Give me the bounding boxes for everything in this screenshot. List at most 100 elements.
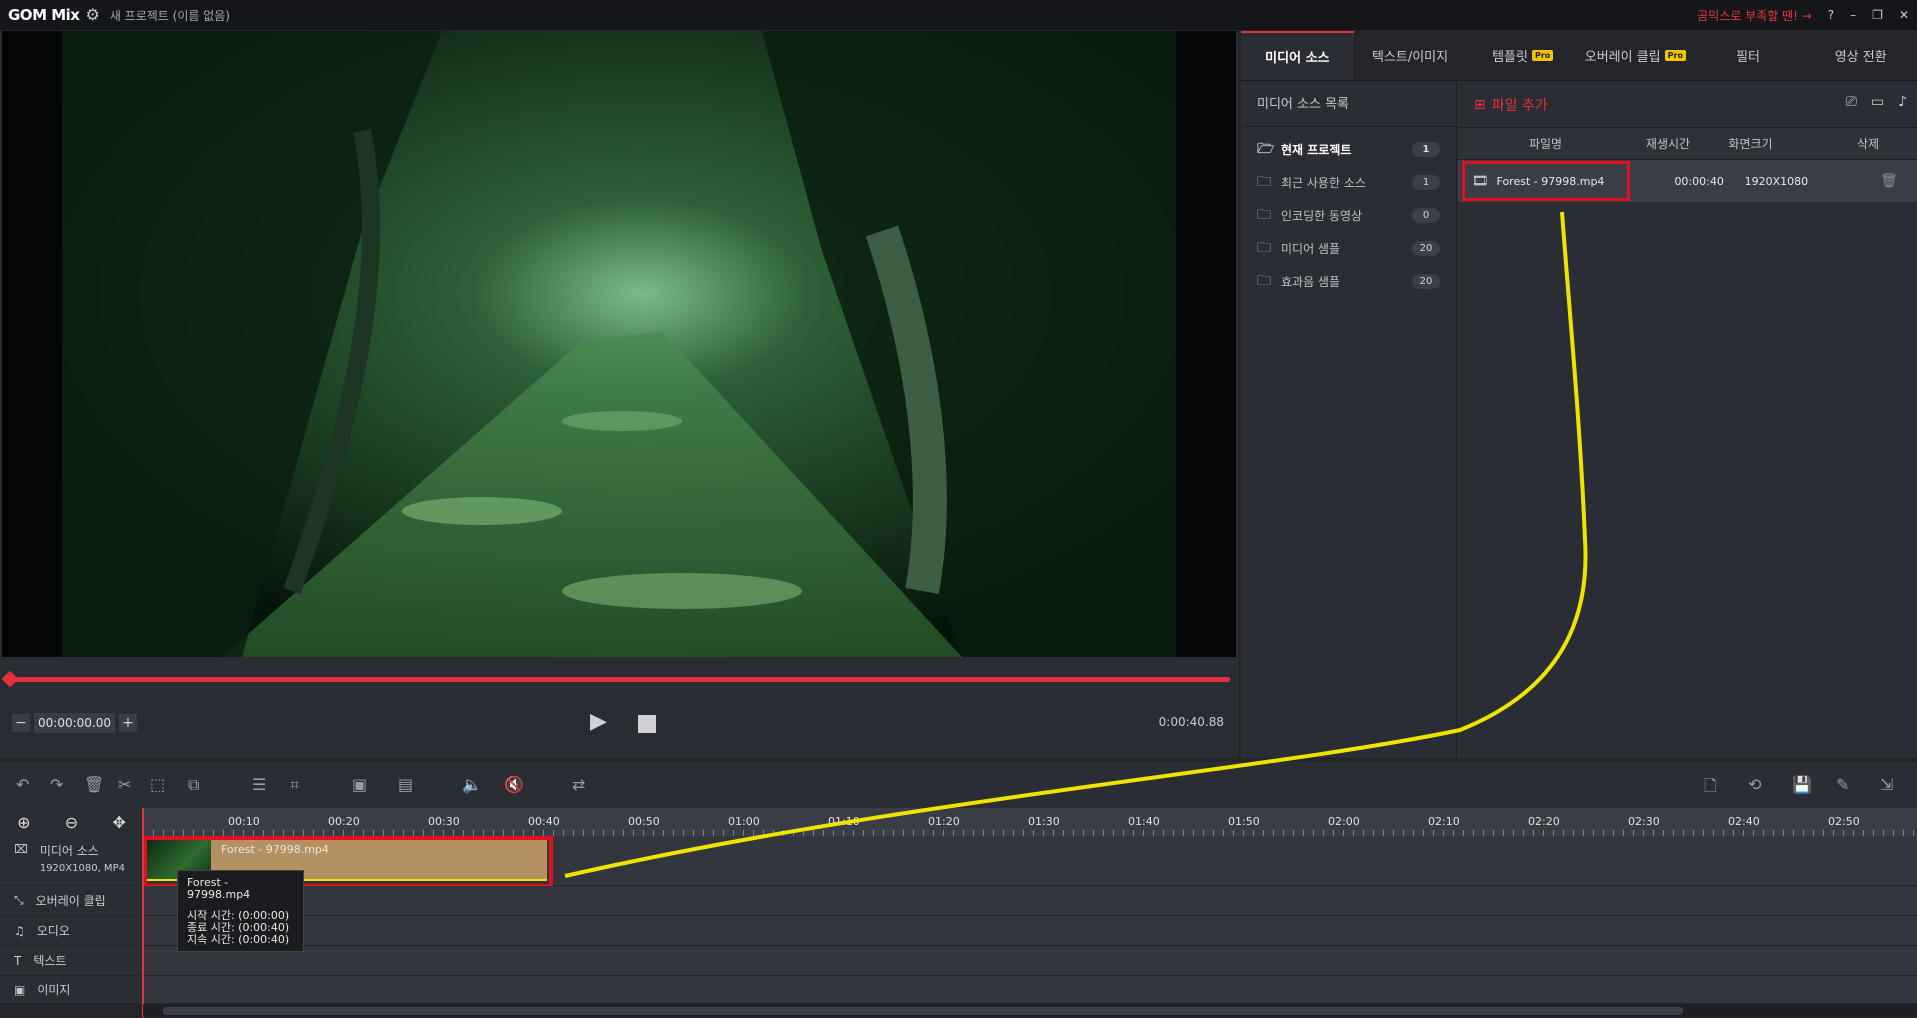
col-size: 화면크기 [1728,137,1773,151]
clip-move-icon[interactable]: ⇄ [572,775,585,794]
timeline-scrollbar[interactable] [143,1004,1917,1017]
track-lane[interactable] [143,976,1917,1003]
folder-sfx-samples[interactable]: 🗀 효과음 샘플 20 [1241,265,1456,298]
track-lane[interactable] [143,946,1917,975]
open-project-icon[interactable]: ⟲ [1748,775,1761,794]
file-row[interactable]: 🎞 Forest - 97998.mp4 00:00:40 1920X1080 … [1458,160,1917,202]
overlay-icon: ⤡ [14,893,24,907]
zoom-out-icon[interactable]: ⊖ [65,813,78,832]
redo-icon[interactable]: ↷ [50,775,63,794]
count-badge: 20 [1412,274,1440,289]
preview-panel: − 00:00:00.00 + ▶ 0:00:40.88 [0,31,1238,758]
tab-transition[interactable]: 영상 전환 [1804,31,1917,80]
tab-label: 텍스트/이미지 [1371,50,1449,65]
count-badge: 20 [1412,241,1440,256]
undo-icon[interactable]: ↶ [16,775,29,794]
playback-seekbar[interactable] [1,670,1230,688]
current-time-field[interactable]: 00:00:00.00 [34,713,115,733]
new-project-icon[interactable]: 🗋 [1704,775,1717,802]
image-replace-icon[interactable]: ▤ [398,775,413,794]
folder-current-project[interactable]: 🗁 현재 프로젝트 1 [1241,133,1456,166]
track-label: 오디오 [36,924,70,938]
gear-icon[interactable]: ⚙ [85,7,99,23]
tab-media-source[interactable]: 미디어 소스 [1241,31,1354,80]
col-delete: 삭제 [1856,137,1880,151]
tab-overlay-clip[interactable]: 오버레이 클립 Pro [1579,31,1692,80]
add-file-label: 파일 추가 [1491,97,1548,114]
restore-icon[interactable]: ❐ [1872,8,1883,22]
tab-template[interactable]: 템플릿 Pro [1466,31,1579,80]
track-lane[interactable] [143,916,1917,945]
music-check-icon[interactable]: ♪ [1898,94,1907,110]
help-icon[interactable]: ? [1828,8,1834,22]
ruler-tick-label: 01:30 [1028,815,1060,828]
play-icon[interactable]: ▶ [590,711,607,733]
ruler-tick-label: 00:50 [628,815,660,828]
ruler-tick-label: 02:50 [1828,815,1860,828]
file-list-area: ⊞ 파일 추가 ⎚ ▭ ♪ 파일명 재생시간 화면크기 삭제 🎞 Forest -… [1458,82,1917,758]
scissors-icon[interactable]: ✂ [118,775,131,794]
folder-encoded[interactable]: 🗀 인코딩한 동영상 0 [1241,199,1456,232]
film-check-icon[interactable]: ⎚ [1846,94,1857,110]
add-file-button[interactable]: ⊞ 파일 추가 [1474,95,1548,115]
title-bar: GOM Mix ⚙ 새 프로젝트 (이름 없음) 곰믹스로 부족할 땐! → ?… [0,0,1917,30]
file-size: 1920X1080 [1744,174,1809,188]
save-as-icon[interactable]: ✎ [1836,775,1849,794]
count-badge: 1 [1412,175,1440,190]
adjust-sliders-icon[interactable]: ☰ [252,775,266,794]
image-icon: ▣ [14,982,26,997]
tab-label: 템플릿 [1492,50,1528,65]
trash-icon[interactable]: 🗑 [84,775,104,794]
trash-icon[interactable]: 🗑 [1861,173,1917,189]
volume-icon[interactable]: 🔈 [462,775,482,794]
export-icon[interactable]: ⇲ [1880,775,1893,794]
seekbar-handle[interactable] [1,670,19,688]
zoom-in-icon[interactable]: ⊕ [17,813,30,832]
tab-label: 오버레이 클립 [1584,50,1661,65]
ruler-tick-label: 02:40 [1728,815,1760,828]
ruler-tick-label: 01:50 [1228,815,1260,828]
folder-label: 미디어 샘플 [1281,242,1341,256]
tooltip-title: Forest - 97998.mp4 [187,876,251,901]
timeline-ruler[interactable]: ⊕ ⊖ ✥ 00:10 00:20 00:30 00:40 00:50 01:0… [0,808,1917,836]
media-panel: 미디어 소스 텍스트/이미지 템플릿 Pro 오버레이 클립 Pro 필터 영상 전… [1241,31,1917,758]
track-label: 미디어 소스 [39,844,99,858]
time-increment-button[interactable]: + [118,714,137,732]
fit-icon[interactable]: ✥ [112,813,125,832]
project-name: 새 프로젝트 (이름 없음) [109,8,230,23]
save-icon[interactable]: 💾 [1792,775,1812,794]
close-icon[interactable]: ✕ [1899,8,1909,22]
minimize-icon[interactable]: – [1850,8,1856,22]
forest-frame-image [62,31,1176,657]
image-check-icon[interactable]: ▭ [1871,94,1884,110]
ruler-tick-label: 02:00 [1328,815,1360,828]
playhead[interactable] [142,808,144,1018]
stop-icon[interactable] [638,715,656,733]
track-lane[interactable] [143,886,1917,915]
folder-label: 현재 프로젝트 [1281,143,1352,157]
select-range-icon[interactable]: ⬚ [150,775,165,794]
folder-media-samples[interactable]: 🗀 미디어 샘플 20 [1241,232,1456,265]
mute-icon[interactable]: 🔇 [504,775,524,794]
pro-badge: Pro [1664,50,1686,61]
tab-label: 미디어 소스 [1265,51,1330,66]
ruler-tick-label: 00:30 [428,815,460,828]
folder-open-icon: 🗁 [1257,140,1275,157]
film-icon: ⌧ [14,842,28,856]
ruler-tick-label: 01:40 [1128,815,1160,828]
scrollbar-thumb[interactable] [163,1007,1683,1015]
promo-link[interactable]: 곰믹스로 부족할 땐! → [1697,7,1812,24]
tab-filter[interactable]: 필터 [1692,31,1805,80]
folder-recent[interactable]: 🗀 최근 사용한 소스 1 [1241,166,1456,199]
col-duration: 재생시간 [1645,137,1691,151]
folder-icon: 🗀 [1257,173,1271,190]
image-insert-icon[interactable]: ▣ [352,775,367,794]
track-label: 오버레이 클립 [35,894,106,908]
col-filename: 파일명 [1528,137,1563,151]
time-decrement-button[interactable]: − [12,714,30,732]
tab-text-image[interactable]: 텍스트/이미지 [1354,31,1467,80]
split-disabled-icon[interactable]: ⧉ [188,775,199,795]
highlight-box [1462,161,1630,201]
crop-icon[interactable]: ⌗ [290,775,299,795]
count-badge: 1 [1412,142,1440,157]
